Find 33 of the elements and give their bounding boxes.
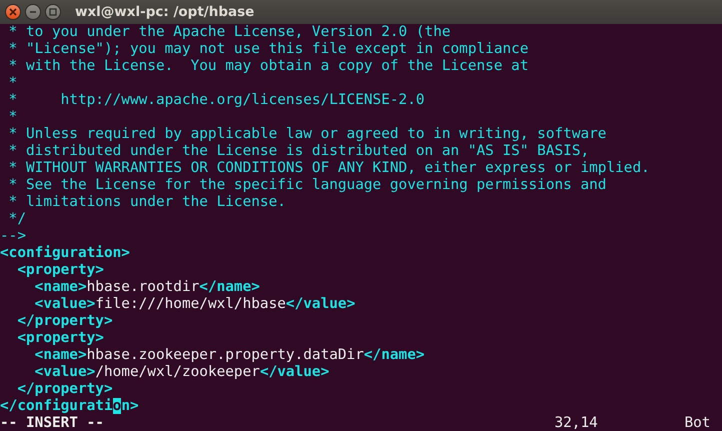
code-line: * distributed under the License is distributed on an "AS IS" BASIS, xyxy=(8,143,590,160)
code-line: * to you under the Apache License, Version 2.0 (the xyxy=(8,24,452,41)
code-line: <value>file:///home/wxl/hbase</value> xyxy=(34,296,356,313)
code-line: * Unless required by applicable law or agreed to in writing, software xyxy=(8,126,608,143)
code-line: <value>/home/wxl/zookeeper</value> xyxy=(34,364,330,381)
code-line: <name>hbase.zookeeper.property.dataDir</name> xyxy=(34,347,426,364)
mode-indicator: -- INSERT -- xyxy=(0,415,105,431)
code-line: * limitations under the License. xyxy=(8,194,287,211)
code-line: * with the License. You may obtain a copy of the License at xyxy=(8,58,530,75)
code-line: * xyxy=(8,109,18,126)
code-line: <property> xyxy=(16,262,105,279)
minimize-icon xyxy=(29,8,37,16)
window-title: wxl@wxl-pc: /opt/hbase xyxy=(75,4,254,20)
maximize-icon xyxy=(49,8,57,16)
code-line: <name>hbase.rootdir</name> xyxy=(34,279,261,296)
code-line: <configuration> xyxy=(0,245,131,262)
code-line: </property> xyxy=(16,313,114,330)
minimize-button[interactable] xyxy=(25,4,41,20)
code-line: */ xyxy=(8,211,27,228)
close-icon xyxy=(9,8,17,16)
code-line: <property> xyxy=(16,330,105,347)
code-line: * http://www.apache.org/licenses/LICENSE-2.0 xyxy=(8,92,426,109)
code-line: </configuration> xyxy=(0,398,140,415)
code-line: * xyxy=(8,75,18,92)
code-line: * See the License for the specific language governing permissions and xyxy=(8,177,608,194)
code-line: </property> xyxy=(16,381,114,398)
close-button[interactable] xyxy=(5,4,21,20)
code-line: --> xyxy=(0,228,27,245)
scroll-position: Bot xyxy=(684,415,712,431)
maximize-button[interactable] xyxy=(45,4,61,20)
code-line: * WITHOUT WARRANTIES OR CONDITIONS OF ANY KIND, either express or implied. xyxy=(8,160,651,177)
code-line: * "License"); you may not use this file except in compliance xyxy=(8,41,530,58)
cursor-position: 32,14 xyxy=(554,415,599,431)
